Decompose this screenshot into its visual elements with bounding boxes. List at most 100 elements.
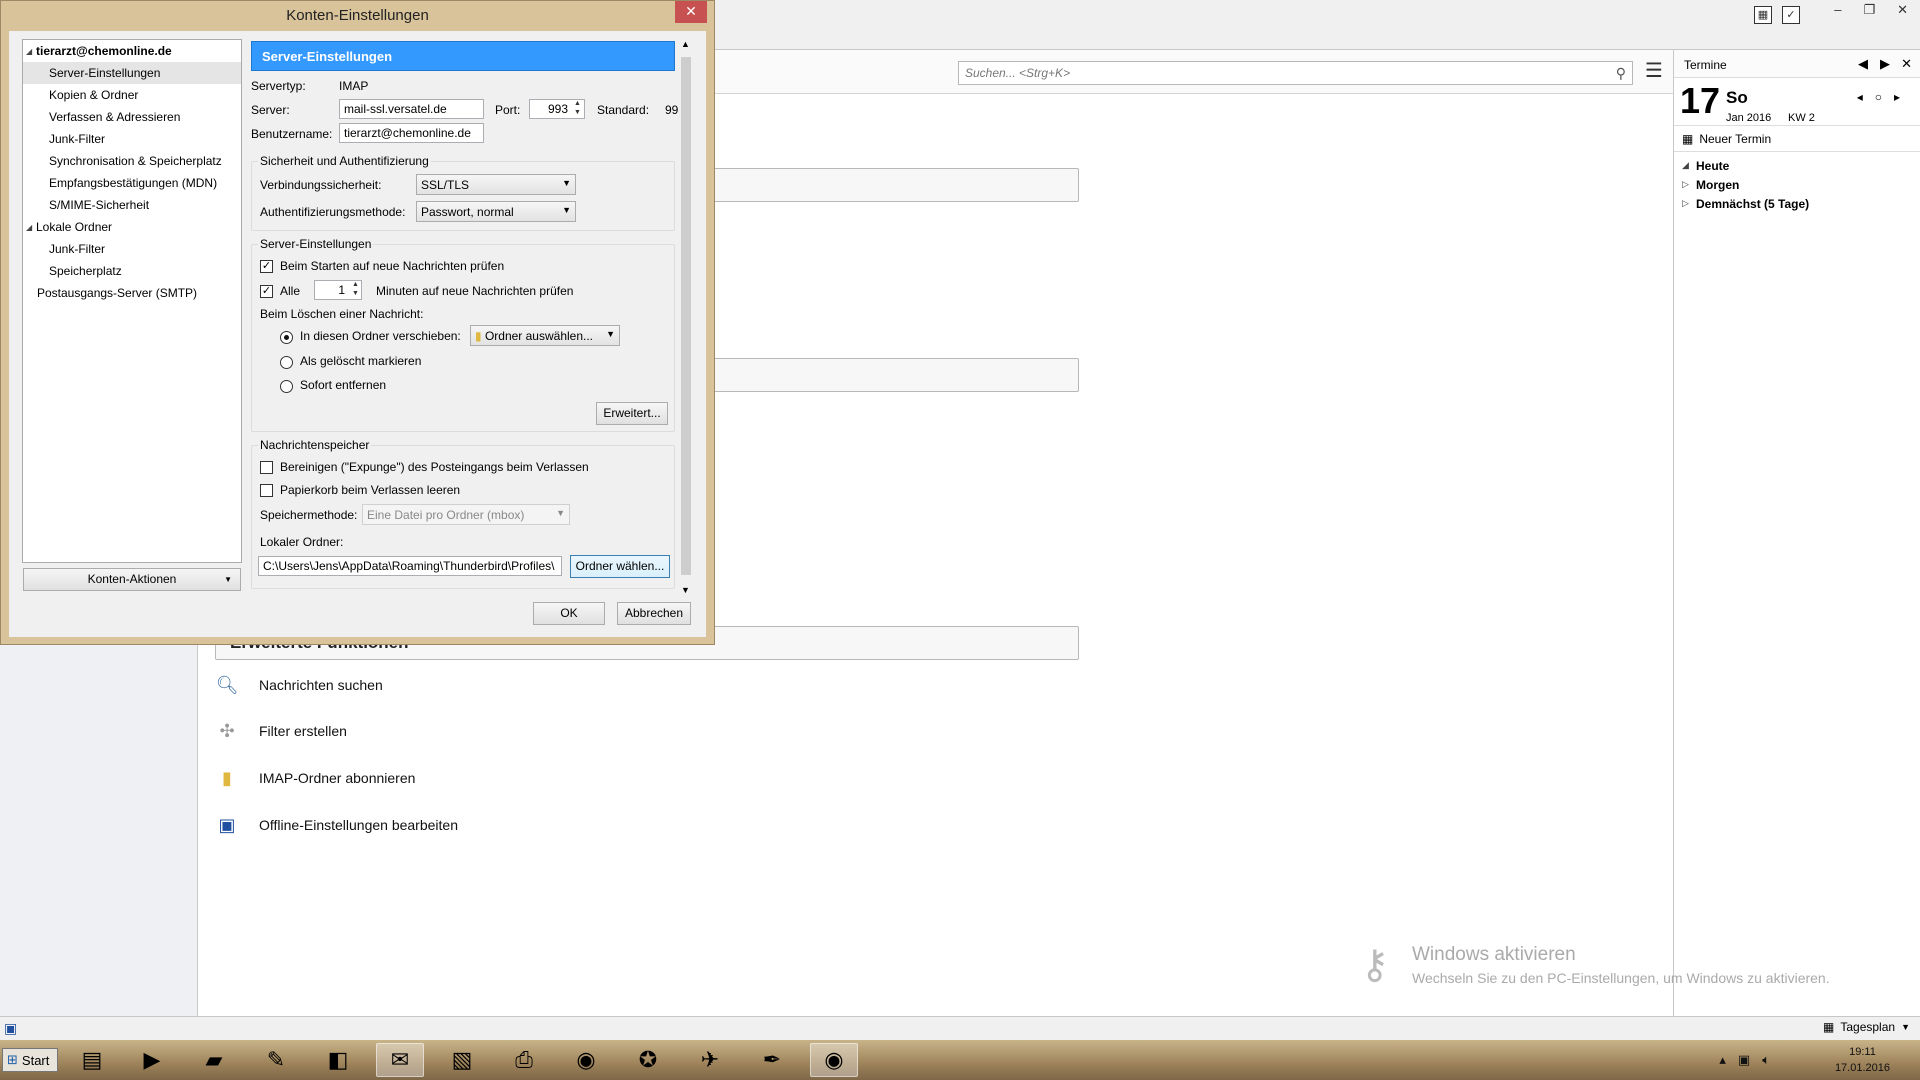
select-value: Eine Datei pro Ordner (mbox) — [367, 508, 525, 522]
tree-account[interactable]: ◢ tierarzt@chemonline.de — [23, 40, 241, 62]
restore-icon[interactable]: ❐ — [1863, 2, 1875, 18]
ok-button[interactable]: OK — [533, 602, 605, 625]
today-date-box: 17 So Jan 2016 KW 2 ◂ ○ ▸ — [1674, 78, 1920, 126]
expanded-icon: ◢ — [1682, 160, 1689, 170]
expanded-icon: ◢ — [26, 46, 33, 56]
action-label: Nachrichten suchen — [259, 677, 383, 693]
tree-smime[interactable]: S/MIME-Sicherheit — [23, 194, 241, 216]
calendar-icon: ▦ — [1823, 1020, 1835, 1034]
action-subscribe-imap[interactable]: ▮ IMAP-Ordner abonnieren — [215, 763, 415, 793]
tree-composition[interactable]: Verfassen & Adressieren — [23, 106, 241, 128]
action-search-messages[interactable]: 🔍︎ Nachrichten suchen — [215, 670, 383, 700]
standard-label: Standard: — [597, 103, 650, 117]
week-number: KW 2 — [1788, 112, 1815, 124]
tasks-tab-icon[interactable]: ✓ — [1782, 6, 1800, 24]
global-search-input[interactable]: Suchen... <Strg+K> ⚲ — [958, 61, 1633, 85]
prev-icon[interactable]: ◀ — [1858, 56, 1868, 72]
choose-folder-button[interactable]: Ordner wählen... — [570, 555, 670, 578]
close-window-icon[interactable]: ✕ — [1897, 2, 1908, 18]
search-icon[interactable]: ⚲ — [1616, 65, 1626, 82]
calculator-app-icon[interactable]: ▤ — [68, 1043, 116, 1077]
port-stepper[interactable]: ▲ ▼ — [574, 99, 584, 119]
bird-app-icon[interactable]: ✈ — [686, 1043, 734, 1077]
action-label: IMAP-Ordner abonnieren — [259, 770, 416, 786]
close-icon[interactable]: ✕ — [675, 1, 707, 23]
new-event-button[interactable]: ▦ Neuer Termin — [1674, 126, 1920, 152]
server-field[interactable]: mail-ssl.versatel.de — [339, 99, 484, 119]
empty-trash-checkbox[interactable] — [260, 484, 273, 497]
firefox-app-icon[interactable]: ◉ — [562, 1043, 610, 1077]
thunderbird-app-icon[interactable]: ✉ — [376, 1043, 424, 1077]
conn-security-select[interactable]: SSL/TLS ▼ — [416, 174, 576, 195]
agenda-tomorrow[interactable]: ▷ Morgen — [1674, 175, 1920, 194]
online-status-icon[interactable]: ▣ — [4, 1020, 17, 1037]
quill-app-icon[interactable]: ✒ — [748, 1043, 796, 1077]
volume-icon[interactable]: 🔈︎ — [1762, 1052, 1770, 1068]
action-offline-settings[interactable]: ▣ Offline-Einstellungen bearbeiten — [215, 810, 458, 840]
check-on-startup-checkbox[interactable]: ✓ — [260, 260, 273, 273]
port-label: Port: — [495, 103, 521, 117]
prev-day-icon[interactable]: ◂ — [1857, 90, 1863, 104]
search-placeholder: Suchen... <Strg+K> — [965, 66, 1071, 80]
scroll-thumb[interactable] — [681, 57, 691, 575]
move-to-folder-radio[interactable] — [280, 331, 293, 344]
printer-app-icon[interactable]: ⎙ — [500, 1043, 548, 1077]
check-every-checkbox[interactable]: ✓ — [260, 285, 273, 298]
network-icon[interactable]: ▣ — [1738, 1052, 1750, 1068]
tree-label: Synchronisation & Speicherplatz — [49, 154, 222, 168]
auth-method-label: Authentifizierungsmethode: — [260, 205, 406, 219]
local-folder-field[interactable]: C:\Users\Jens\AppData\Roaming\Thunderbir… — [258, 556, 562, 576]
game-app-icon[interactable]: ✪ — [624, 1043, 672, 1077]
agenda-today[interactable]: ◢ Heute — [1674, 156, 1920, 175]
tree-server-settings[interactable]: Server-Einstellungen — [23, 62, 241, 84]
docs-app-icon[interactable]: ◧ — [314, 1043, 362, 1077]
explorer-app-icon[interactable]: ▰ — [190, 1043, 238, 1077]
tree-copies-folders[interactable]: Kopien & Ordner — [23, 84, 241, 106]
scroll-up-icon[interactable]: ▲ — [681, 39, 690, 49]
tree-smtp[interactable]: Postausgangs-Server (SMTP) — [23, 282, 241, 304]
action-create-filter[interactable]: ✣ Filter erstellen — [215, 716, 346, 746]
tree-local-junk[interactable]: Junk-Filter — [23, 238, 241, 260]
tree-local-storage[interactable]: Speicherplatz — [23, 260, 241, 282]
tray-expand-icon[interactable]: ▴ — [1719, 1052, 1726, 1068]
collapsed-icon: ▷ — [1682, 179, 1689, 189]
start-label: Start — [21, 1052, 50, 1068]
image-app-icon[interactable]: ▧ — [438, 1043, 486, 1077]
view-switcher[interactable]: ▦ Tagesplan ▼ — [1823, 1020, 1910, 1034]
target-folder-select[interactable]: ▮ Ordner auswählen... ▼ — [470, 325, 620, 346]
auth-method-select[interactable]: Passwort, normal ▼ — [416, 201, 576, 222]
today-pane-nav: ◀ ▶ — [1858, 56, 1890, 72]
minutes-stepper[interactable]: ▲ ▼ — [352, 280, 362, 300]
remove-immediately-radio[interactable] — [280, 380, 293, 393]
today-icon[interactable]: ○ — [1875, 90, 1882, 104]
panel-scrollbar[interactable]: ▲ ▼ — [679, 39, 693, 595]
minimize-icon[interactable]: – — [1834, 2, 1841, 18]
firefox-window-icon[interactable]: ◉ — [810, 1043, 858, 1077]
server-settings-panel: Server-Einstellungen Servertyp: IMAP Ser… — [249, 39, 693, 595]
media-player-app-icon[interactable]: ▶ — [128, 1043, 176, 1077]
start-button[interactable]: ⊞ Start — [2, 1048, 58, 1072]
mark-deleted-radio[interactable] — [280, 356, 293, 369]
app-menu-icon[interactable]: ☰ — [1645, 61, 1665, 82]
username-field[interactable]: tierarzt@chemonline.de — [339, 123, 484, 143]
cancel-button[interactable]: Abbrechen — [617, 602, 691, 625]
server-options-group: Server-Einstellungen ✓ Beim Starten auf … — [251, 237, 675, 432]
tree-local-folders[interactable]: ◢ Lokale Ordner — [23, 216, 241, 238]
tree-junk-filter[interactable]: Junk-Filter — [23, 128, 241, 150]
storage-method-label: Speichermethode: — [260, 508, 358, 522]
notes-app-icon[interactable]: ✎ — [252, 1043, 300, 1077]
account-actions-button[interactable]: Konten-Aktionen ▼ — [23, 568, 241, 591]
advanced-button[interactable]: Erweitert... — [596, 402, 668, 425]
next-icon[interactable]: ▶ — [1880, 56, 1890, 72]
tree-label: Speicherplatz — [49, 264, 122, 278]
close-pane-icon[interactable]: ✕ — [1901, 56, 1912, 72]
system-clock[interactable]: 19:11 17.01.2016 — [1835, 1044, 1890, 1076]
scroll-down-icon[interactable]: ▼ — [681, 585, 690, 595]
calendar-tab-icon[interactable]: ▦ — [1754, 6, 1772, 24]
next-day-icon[interactable]: ▸ — [1894, 90, 1900, 104]
tree-receipts[interactable]: Empfangsbestätigungen (MDN) — [23, 172, 241, 194]
agenda-upcoming[interactable]: ▷ Demnächst (5 Tage) — [1674, 194, 1920, 213]
account-tree: ◢ tierarzt@chemonline.de Server-Einstell… — [22, 39, 242, 563]
tree-sync-storage[interactable]: Synchronisation & Speicherplatz — [23, 150, 241, 172]
expunge-checkbox[interactable] — [260, 461, 273, 474]
